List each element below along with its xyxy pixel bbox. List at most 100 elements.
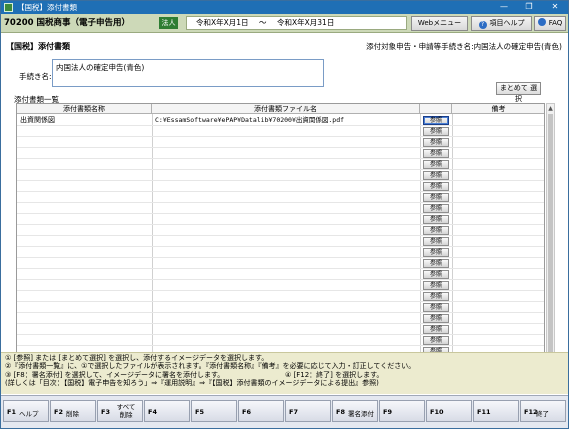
- fkey-f2[interactable]: F2 削除: [50, 400, 96, 422]
- browse-button[interactable]: 参照: [423, 204, 449, 213]
- period-to: 令和X年X月31日: [277, 18, 335, 27]
- maximize-button[interactable]: ❐: [517, 1, 541, 14]
- app-window: 【国税】添付書類 — ❐ ✕ 70200 国税商事（電子申告用） 法人 令和X年…: [0, 0, 569, 429]
- table-row[interactable]: 出資関係図 C:¥EssamSoftware¥ePAP¥Datalib¥70200…: [17, 115, 544, 126]
- bulk-select-button[interactable]: まとめて 選択: [496, 82, 541, 103]
- browse-button[interactable]: 参照: [423, 138, 449, 147]
- column-header-ref: [420, 104, 452, 114]
- table-body: 出資関係図 C:¥EssamSoftware¥ePAP¥Datalib¥70200…: [17, 115, 544, 368]
- browse-button[interactable]: 参照: [423, 303, 449, 312]
- web-menu-button[interactable]: Webメニュー: [411, 16, 468, 31]
- browse-button[interactable]: 参照: [423, 259, 449, 268]
- table-row[interactable]: 参照: [17, 324, 544, 335]
- browse-button[interactable]: 参照: [423, 171, 449, 180]
- column-header-note: 備考: [491, 105, 506, 113]
- table-row[interactable]: 参照: [17, 269, 544, 280]
- table-row[interactable]: 参照: [17, 291, 544, 302]
- table-row[interactable]: 参照: [17, 214, 544, 225]
- fkey-number: F5: [195, 408, 204, 416]
- fkey-label: ヘルプ: [19, 410, 39, 418]
- table-row[interactable]: 参照: [17, 280, 544, 291]
- fkey-f7[interactable]: F7: [285, 400, 331, 422]
- close-button[interactable]: ✕: [543, 1, 567, 14]
- browse-button[interactable]: 参照: [423, 116, 449, 125]
- fkey-number: F2: [54, 408, 63, 416]
- table-row[interactable]: 参照: [17, 126, 544, 137]
- minimize-button[interactable]: —: [492, 1, 516, 14]
- browse-button[interactable]: 参照: [423, 314, 449, 323]
- fkey-number: F3: [101, 408, 110, 416]
- item-help-label: 項目ヘルプ: [489, 19, 525, 27]
- fkey-f5[interactable]: F5: [191, 400, 237, 422]
- scroll-up-icon[interactable]: ▲: [547, 104, 554, 113]
- table-row[interactable]: 参照: [17, 247, 544, 258]
- table-row[interactable]: 参照: [17, 225, 544, 236]
- browse-button[interactable]: 参照: [423, 215, 449, 224]
- table-row[interactable]: 参照: [17, 148, 544, 159]
- instruction-5: (詳しくは「目次：【国税】電子申告を知ろう」⇒『運用説明』⇒『【国税】添付書類の…: [5, 379, 379, 388]
- table-row[interactable]: 参照: [17, 203, 544, 214]
- browse-button[interactable]: 参照: [423, 248, 449, 257]
- table-row[interactable]: 参照: [17, 181, 544, 192]
- fkey-number: F7: [289, 408, 298, 416]
- fkey-number: F1: [7, 408, 16, 416]
- period-separator: 〜: [259, 18, 267, 27]
- fkey-f8[interactable]: F8 署名添付: [332, 400, 378, 422]
- target-procedure: 添付対象申告・申請等手続き名:内国法人の確定申告(青色): [366, 42, 562, 51]
- table-row[interactable]: 参照: [17, 170, 544, 181]
- procedure-field[interactable]: 内国法人の確定申告(青色): [52, 59, 324, 87]
- faq-button[interactable]: FAQ: [534, 16, 566, 31]
- browse-button[interactable]: 参照: [423, 193, 449, 202]
- table-row[interactable]: 参照: [17, 335, 544, 346]
- browse-button[interactable]: 参照: [423, 182, 449, 191]
- fkey-f10[interactable]: F10: [426, 400, 472, 422]
- browse-button[interactable]: 参照: [423, 226, 449, 235]
- column-header-file: 添付書類ファイル名: [152, 104, 420, 114]
- table-row[interactable]: 参照: [17, 192, 544, 203]
- table-row[interactable]: 参照: [17, 137, 544, 148]
- fkey-f9[interactable]: F9: [379, 400, 425, 422]
- fkey-number: F9: [383, 408, 392, 416]
- main-content: 【国税】添付書類 添付対象申告・申請等手続き名:内国法人の確定申告(青色) 手続…: [1, 34, 568, 369]
- instruction-2: ②『添付書類一覧』に、①で選択したファイルが表示されます。『添付書類名称』『備考…: [5, 362, 416, 371]
- instructions-panel: ① [参照] または [まとめて選択] を選択し、添付するイメージデータを選択し…: [1, 352, 568, 394]
- procedure-label: 手続き名:: [19, 72, 52, 81]
- fkey-number: F6: [242, 408, 251, 416]
- browse-button[interactable]: 参照: [423, 281, 449, 290]
- header-bar: 70200 国税商事（電子申告用） 法人 令和X年X月1日 〜 令和X年X月31…: [1, 14, 568, 33]
- table-header: 添付書類名称 添付書類ファイル名 備考: [17, 104, 544, 114]
- window-title: 【国税】添付書類: [17, 3, 77, 12]
- vertical-scrollbar[interactable]: ▲ ▼: [546, 103, 555, 369]
- fkey-f3[interactable]: F3 すべて 削除: [97, 400, 143, 422]
- fkey-f6[interactable]: F6: [238, 400, 284, 422]
- fkey-number: F4: [148, 408, 157, 416]
- browse-button[interactable]: 参照: [423, 292, 449, 301]
- fkey-f4[interactable]: F4: [144, 400, 190, 422]
- company-name: 70200 国税商事（電子申告用）: [4, 18, 131, 28]
- browse-button[interactable]: 参照: [423, 325, 449, 334]
- scroll-thumb[interactable]: [548, 114, 553, 358]
- fkey-f11[interactable]: F11: [473, 400, 519, 422]
- column-header-name: 添付書類名称: [17, 104, 152, 114]
- fkey-f1[interactable]: F1 ヘルプ: [3, 400, 49, 422]
- table-row[interactable]: 参照: [17, 236, 544, 247]
- attachment-file: C:¥EssamSoftware¥ePAP¥Datalib¥70200¥出資関係…: [155, 116, 345, 124]
- browse-button[interactable]: 参照: [423, 270, 449, 279]
- browse-button[interactable]: 参照: [423, 149, 449, 158]
- table-row[interactable]: 参照: [17, 159, 544, 170]
- attachment-table: 添付書類名称 添付書類ファイル名 備考 出資関係図 C:¥EssamSoftwar…: [16, 103, 545, 369]
- browse-button[interactable]: 参照: [423, 127, 449, 136]
- fkey-number: F10: [430, 408, 444, 416]
- browse-button[interactable]: 参照: [423, 237, 449, 246]
- browse-button[interactable]: 参照: [423, 160, 449, 169]
- item-help-button[interactable]: ? 項目ヘルプ: [471, 16, 532, 31]
- table-row[interactable]: 参照: [17, 313, 544, 324]
- fkey-f12[interactable]: F12 終了: [520, 400, 566, 422]
- app-icon: [4, 3, 13, 12]
- instruction-4: ④ [F12：終了] を選択します。: [285, 371, 384, 379]
- browse-button[interactable]: 参照: [423, 336, 449, 345]
- table-row[interactable]: 参照: [17, 258, 544, 269]
- attachment-name[interactable]: 出資関係図: [20, 115, 55, 125]
- fkey-label: すべて 削除: [116, 403, 136, 419]
- table-row[interactable]: 参照: [17, 302, 544, 313]
